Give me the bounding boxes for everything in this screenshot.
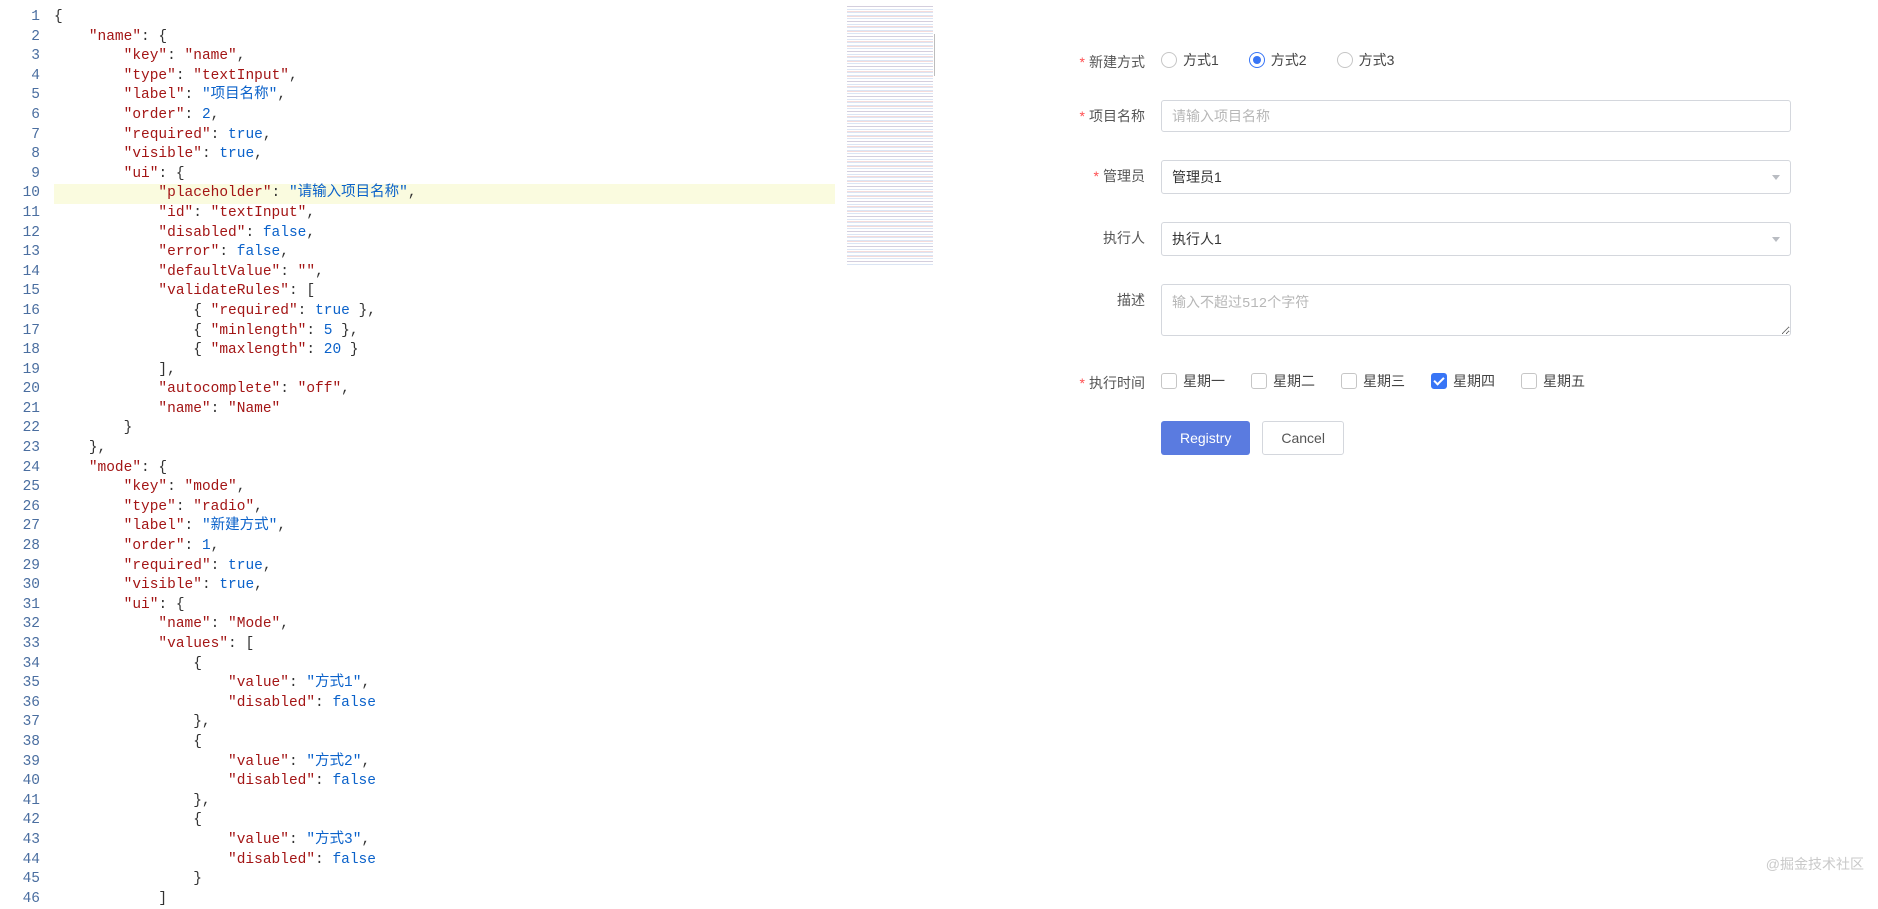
chevron-down-icon (1772, 237, 1780, 242)
registry-button[interactable]: Registry (1161, 421, 1250, 455)
field-admin: *管理员 管理员1 (1045, 160, 1838, 194)
pane-divider (934, 34, 935, 76)
minimap[interactable] (847, 6, 933, 266)
checkbox-exec-time-option[interactable]: 星期二 (1251, 371, 1315, 391)
radio-mode-option[interactable]: 方式2 (1249, 50, 1307, 70)
checkbox-label: 星期一 (1183, 371, 1225, 391)
label-admin: *管理员 (1045, 160, 1161, 186)
chevron-down-icon (1772, 175, 1780, 180)
project-name-input[interactable] (1161, 100, 1791, 132)
code-editor[interactable]: 1234567891011121314151617181920212223242… (0, 0, 935, 882)
watermark: @掘金技术社区 (1766, 854, 1864, 874)
admin-select-value: 管理员1 (1172, 167, 1222, 187)
radio-icon (1337, 52, 1353, 68)
radio-mode-option[interactable]: 方式1 (1161, 50, 1219, 70)
checkbox-exec-time-option[interactable]: 星期四 (1431, 371, 1495, 391)
label-desc: *描述 (1045, 284, 1161, 310)
field-mode: *新建方式 方式1 方式2 方式3 (1045, 46, 1838, 72)
radio-mode-option[interactable]: 方式3 (1337, 50, 1395, 70)
admin-select[interactable]: 管理员1 (1161, 160, 1791, 194)
checkbox-label: 星期四 (1453, 371, 1495, 391)
checkbox-icon (1161, 373, 1177, 389)
radio-icon (1161, 52, 1177, 68)
line-gutter: 1234567891011121314151617181920212223242… (0, 0, 54, 909)
field-desc: *描述 (1045, 284, 1838, 339)
radio-icon (1249, 52, 1265, 68)
executor-select-value: 执行人1 (1172, 229, 1222, 249)
checkbox-exec-time-option[interactable]: 星期五 (1521, 371, 1585, 391)
checkbox-group-exec-time: 星期一 星期二 星期三 星期四 星期五 (1161, 367, 1791, 391)
label-name: *项目名称 (1045, 100, 1161, 126)
checkbox-exec-time-option[interactable]: 星期一 (1161, 371, 1225, 391)
checkbox-icon (1251, 373, 1267, 389)
radio-label: 方式3 (1359, 50, 1395, 70)
field-executor: *执行人 执行人1 (1045, 222, 1838, 256)
checkbox-icon (1521, 373, 1537, 389)
radio-label: 方式2 (1271, 50, 1307, 70)
executor-select[interactable]: 执行人1 (1161, 222, 1791, 256)
label-executor: *执行人 (1045, 222, 1161, 248)
checkbox-label: 星期三 (1363, 371, 1405, 391)
checkbox-exec-time-option[interactable]: 星期三 (1341, 371, 1405, 391)
checkbox-label: 星期五 (1543, 371, 1585, 391)
field-exec-time: *执行时间 星期一 星期二 星期三 星期四 星期五 (1045, 367, 1838, 393)
radio-label: 方式1 (1183, 50, 1219, 70)
label-mode: *新建方式 (1045, 46, 1161, 72)
description-textarea[interactable] (1161, 284, 1791, 336)
cancel-button[interactable]: Cancel (1262, 421, 1344, 455)
label-exec-time: *执行时间 (1045, 367, 1161, 393)
checkbox-icon (1431, 373, 1447, 389)
field-name: *项目名称 (1045, 100, 1838, 132)
checkbox-label: 星期二 (1273, 371, 1315, 391)
checkbox-icon (1341, 373, 1357, 389)
form-preview: *新建方式 方式1 方式2 方式3 *项目名称 *管理员 管理员1 (935, 0, 1878, 882)
button-row: Registry Cancel (1161, 421, 1838, 455)
code-area[interactable]: { "name": { "key": "name", "type": "text… (54, 0, 835, 909)
radio-group-mode: 方式1 方式2 方式3 (1161, 46, 1791, 70)
